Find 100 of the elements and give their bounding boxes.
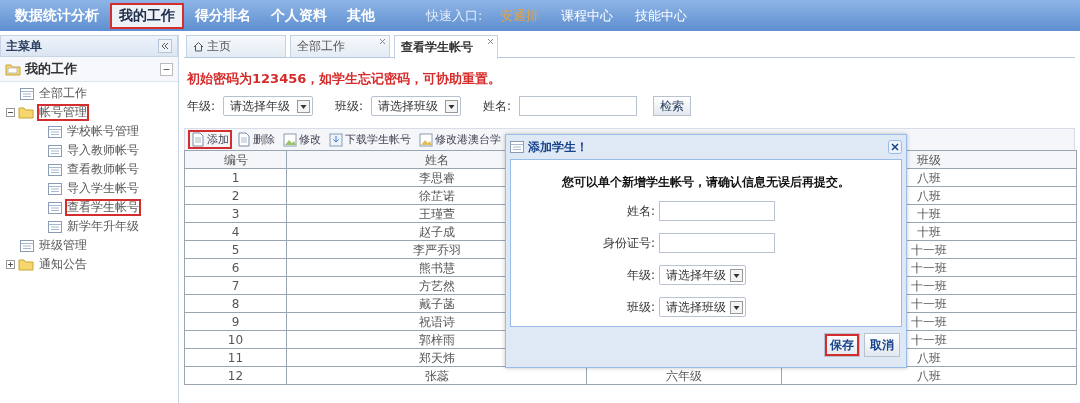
menu-title: 主菜单 bbox=[6, 37, 42, 55]
table-cell: 八班 bbox=[917, 368, 941, 383]
menu-item[interactable]: 导入学生帐号 bbox=[65, 180, 141, 197]
dialog-title: 添加学生！ bbox=[528, 138, 588, 156]
table-cell: 徐芷诺 bbox=[418, 188, 455, 203]
select-field[interactable]: 请选择年级 bbox=[223, 96, 314, 116]
document-icon bbox=[191, 132, 205, 147]
menu-item[interactable]: 学校帐号管理 bbox=[65, 123, 141, 140]
list-icon bbox=[48, 182, 62, 195]
column-header: 姓名 bbox=[424, 152, 449, 167]
notice-text: 初始密码为123456，如学生忘记密码，可协助重置。 bbox=[187, 70, 503, 88]
table-cell: 戴子菡 bbox=[418, 296, 455, 311]
filter-label: 年级: bbox=[187, 97, 216, 115]
menu-item[interactable]: 导入教师帐号 bbox=[65, 142, 141, 159]
table-cell: 7 bbox=[231, 278, 240, 293]
field-label: 年级: bbox=[625, 266, 655, 284]
toolbar-button[interactable]: 修改 bbox=[280, 130, 324, 149]
folder-icon bbox=[18, 258, 34, 271]
list-icon bbox=[510, 141, 524, 153]
list-icon bbox=[48, 163, 62, 176]
list-icon bbox=[20, 239, 34, 252]
select-field[interactable]: 请选择班级 bbox=[659, 297, 746, 317]
search-button[interactable]: 检索 bbox=[653, 96, 692, 116]
filter-label: 班级: bbox=[335, 97, 364, 115]
table-cell: 六年级 bbox=[666, 368, 702, 383]
document-icon bbox=[237, 132, 251, 147]
toolbar-button[interactable]: 添加 bbox=[188, 130, 232, 149]
table-cell: 4 bbox=[231, 224, 240, 239]
download-icon bbox=[329, 132, 343, 147]
select-field[interactable]: 请选择年级 bbox=[659, 265, 746, 285]
dialog-button[interactable]: 取消 bbox=[864, 333, 900, 357]
menu-item[interactable]: 查看学生帐号 bbox=[65, 199, 141, 216]
table-cell: 十班 bbox=[917, 206, 941, 221]
table-cell: 9 bbox=[231, 314, 240, 329]
table-cell: 王瑾萱 bbox=[418, 206, 455, 221]
filter-label: 姓名: bbox=[483, 97, 512, 115]
column-header: 编号 bbox=[223, 152, 248, 167]
list-icon bbox=[48, 201, 62, 214]
toolbar-button[interactable]: 修改港澳台学 bbox=[416, 130, 504, 149]
table-cell: 十一班 bbox=[911, 242, 947, 257]
table-cell: 祝语诗 bbox=[418, 314, 455, 329]
home-icon bbox=[193, 41, 204, 52]
expand-icon[interactable] bbox=[6, 260, 15, 269]
panel-title: 我的工作 bbox=[25, 60, 77, 78]
nav-tab[interactable]: 我的工作 bbox=[110, 2, 184, 29]
table-cell: 2 bbox=[231, 188, 240, 203]
list-icon bbox=[48, 125, 62, 138]
table-cell: 5 bbox=[231, 242, 240, 257]
table-cell: 李严乔羽 bbox=[412, 242, 461, 257]
column-header: 班级 bbox=[917, 152, 941, 167]
menu-item[interactable]: 班级管理 bbox=[37, 237, 89, 254]
table-cell: 八班 bbox=[917, 350, 941, 365]
table-cell: 8 bbox=[231, 296, 240, 311]
collapse-icon[interactable] bbox=[6, 108, 15, 117]
folder-icon bbox=[18, 106, 34, 119]
table-cell: 八班 bbox=[917, 170, 941, 185]
close-icon[interactable] bbox=[888, 140, 902, 154]
folder-icon bbox=[5, 62, 21, 76]
table-cell: 八班 bbox=[917, 188, 941, 203]
menu-item[interactable]: 全部工作 bbox=[37, 85, 89, 102]
menu-item[interactable]: 查看教师帐号 bbox=[65, 161, 141, 178]
text-input[interactable] bbox=[659, 201, 775, 221]
field-label: 姓名: bbox=[625, 202, 655, 220]
toolbar-button[interactable]: 删除 bbox=[234, 130, 278, 149]
table-cell: 郭梓雨 bbox=[418, 332, 455, 347]
table-cell: 12 bbox=[227, 368, 244, 383]
table-cell: 张蕊 bbox=[424, 368, 449, 383]
table-cell: 赵子成 bbox=[418, 224, 455, 239]
field-label: 班级: bbox=[625, 298, 655, 316]
collapse-left-icon[interactable] bbox=[158, 39, 172, 53]
toolbar-button[interactable]: 下载学生帐号 bbox=[326, 130, 414, 149]
list-icon bbox=[20, 87, 34, 100]
list-icon bbox=[48, 144, 62, 157]
name-input[interactable] bbox=[519, 96, 638, 116]
tab[interactable]: 主页 bbox=[186, 35, 286, 57]
image-icon bbox=[283, 132, 297, 147]
collapse-icon[interactable] bbox=[160, 62, 173, 76]
table-cell: 11 bbox=[227, 350, 244, 365]
table-cell: 十班 bbox=[917, 224, 941, 239]
tab[interactable]: 全部工作 bbox=[290, 35, 390, 57]
table-cell: 熊书慧 bbox=[418, 260, 455, 275]
menu-item[interactable]: 帐号管理 bbox=[37, 104, 89, 121]
table-cell: 方艺然 bbox=[418, 278, 455, 293]
table-cell: 十一班 bbox=[911, 260, 947, 275]
image-icon bbox=[419, 132, 433, 147]
select-field[interactable]: 请选择班级 bbox=[371, 96, 462, 116]
text-input[interactable] bbox=[659, 233, 775, 253]
quick-entry-label: 快速入口: bbox=[426, 6, 483, 25]
table-cell: 1 bbox=[231, 170, 240, 185]
table-cell: 十一班 bbox=[911, 278, 947, 293]
table-cell: 十一班 bbox=[911, 314, 947, 329]
dialog-intro: 您可以单个新增学生帐号，请确认信息无误后再提交。 bbox=[562, 174, 850, 191]
dialog-button[interactable]: 保存 bbox=[824, 333, 860, 357]
list-icon bbox=[48, 220, 62, 233]
table-cell: 6 bbox=[231, 260, 240, 275]
tab[interactable]: 查看学生帐号 bbox=[394, 35, 498, 59]
field-label: 身份证号: bbox=[602, 234, 655, 252]
menu-item[interactable]: 新学年升年级 bbox=[65, 218, 141, 235]
menu-item[interactable]: 通知公告 bbox=[37, 256, 89, 273]
table-cell: 3 bbox=[231, 206, 240, 221]
